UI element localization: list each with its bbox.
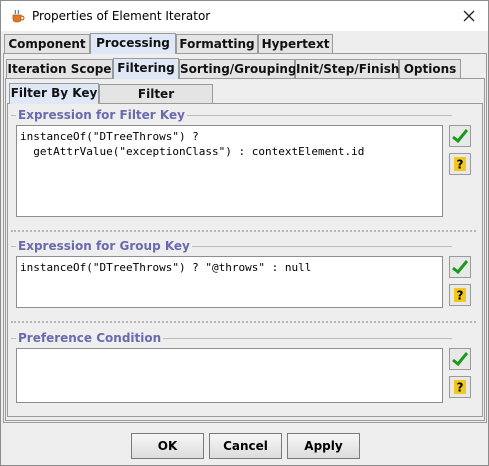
check-icon <box>452 260 468 274</box>
cancel-button[interactable]: Cancel <box>209 433 282 459</box>
processing-tab-bar: Iteration Scope Filtering Sorting/Groupi… <box>1 58 489 79</box>
tab-options[interactable]: Options <box>399 59 461 78</box>
close-button[interactable] <box>450 1 488 31</box>
tab-sorting-grouping[interactable]: Sorting/Grouping <box>179 59 297 78</box>
check-icon <box>452 129 468 143</box>
filter-key-editor[interactable]: instanceOf("DTreeThrows") ? getAttrValue… <box>16 125 443 217</box>
preference-editor[interactable] <box>16 348 443 403</box>
help-icon: ? <box>454 157 466 172</box>
dialog-window: Properties of Element Iterator Component… <box>0 0 489 466</box>
java-cup-icon <box>12 9 25 23</box>
tab-processing[interactable]: Processing <box>90 33 176 54</box>
title-bar[interactable]: Properties of Element Iterator <box>1 1 488 31</box>
help-icon: ? <box>454 380 466 395</box>
main-tab-bar: Component Processing Formatting Hypertex… <box>1 33 489 54</box>
apply-button[interactable]: Apply <box>287 433 360 459</box>
group-key-editor[interactable]: instanceOf("DTreeThrows") ? "@throws" : … <box>16 256 443 308</box>
tab-iteration-scope[interactable]: Iteration Scope <box>6 59 113 78</box>
tab-init-step-finish[interactable]: Init/Step/Finish <box>295 59 399 78</box>
validate-filter-key-button[interactable] <box>449 125 471 147</box>
close-icon <box>463 10 475 22</box>
filter-key-label: Expression for Filter Key <box>16 108 187 122</box>
tab-filtering[interactable]: Filtering <box>113 58 179 79</box>
validate-preference-button[interactable] <box>449 348 471 370</box>
tab-hypertext[interactable]: Hypertext <box>258 34 333 53</box>
tab-filter-by-key[interactable]: Filter By Key <box>9 83 99 104</box>
tab-component[interactable]: Component <box>4 34 90 53</box>
filtering-tab-bar: Filter By Key Filter Expression <box>1 83 489 120</box>
preference-label: Preference Condition <box>16 331 164 345</box>
validate-group-key-button[interactable] <box>449 256 471 278</box>
svg-text:?: ? <box>457 158 464 172</box>
svg-text:?: ? <box>457 381 464 395</box>
separator <box>11 321 476 323</box>
help-filter-key-button[interactable]: ? <box>449 153 471 175</box>
help-icon: ? <box>454 288 466 303</box>
check-icon <box>452 352 468 366</box>
separator <box>11 230 476 232</box>
window-title: Properties of Element Iterator <box>32 9 211 23</box>
ok-button[interactable]: OK <box>131 433 204 459</box>
svg-text:?: ? <box>457 289 464 303</box>
help-group-key-button[interactable]: ? <box>449 284 471 306</box>
group-key-label: Expression for Group Key <box>16 239 192 253</box>
tab-filter-expression[interactable]: Filter Expression <box>99 84 213 120</box>
help-preference-button[interactable]: ? <box>449 376 471 398</box>
tab-formatting[interactable]: Formatting <box>176 34 258 53</box>
